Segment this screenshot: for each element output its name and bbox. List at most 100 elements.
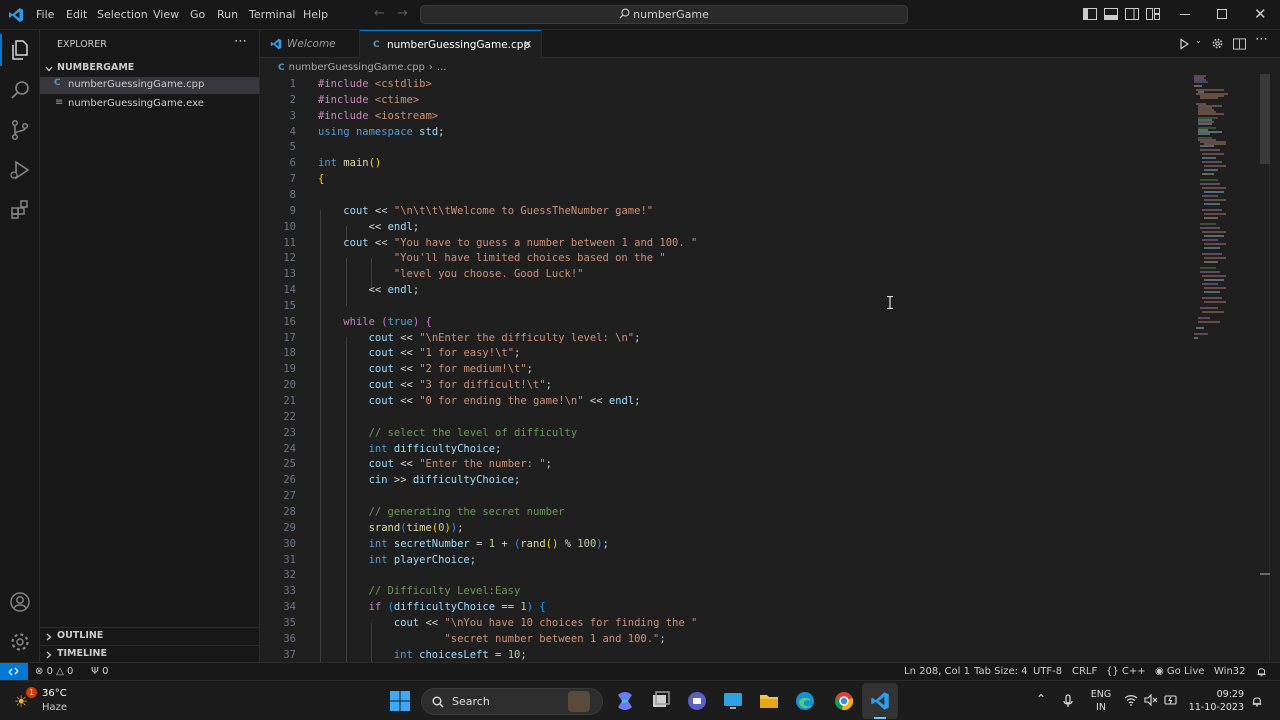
- outline-section[interactable]: OUTLINE: [40, 627, 259, 645]
- line-number: 22: [283, 410, 296, 423]
- settings-gear-icon[interactable]: [1211, 37, 1224, 50]
- code-text: cout << "\nYou have 10 choices for findi…: [393, 616, 698, 629]
- line-number: 2: [289, 93, 296, 106]
- line-number: 19: [283, 363, 296, 376]
- run-debug-icon[interactable]: [8, 158, 32, 182]
- microphone-icon[interactable]: [1063, 694, 1073, 708]
- breadcrumb-file[interactable]: numberGuessingGame.cpp: [289, 62, 425, 73]
- go-live-button[interactable]: ◉ Go Live: [1155, 663, 1204, 680]
- code-editor[interactable]: CnumberGuessingGame.cpp ›... 1 #include <c…: [260, 58, 1270, 662]
- show-hidden-icons-chevron-up-icon[interactable]: ⌃: [1036, 692, 1046, 706]
- line-number: 6: [289, 157, 296, 170]
- outline-label: OUTLINE: [57, 630, 104, 641]
- windows-start-icon[interactable]: [388, 689, 412, 713]
- tab-welcome[interactable]: Welcome: [260, 30, 360, 58]
- accounts-icon[interactable]: [8, 590, 32, 614]
- code-text: "level you choose. Good Luck!": [393, 268, 584, 281]
- tab-size[interactable]: Tab Size: 4: [974, 663, 1028, 680]
- encoding[interactable]: UTF-8: [1033, 663, 1062, 680]
- split-editor-icon[interactable]: [1233, 38, 1246, 50]
- nav-back-icon[interactable]: ←: [374, 6, 385, 21]
- clock[interactable]: 09:29 11-10-2023: [1188, 688, 1244, 716]
- remote-button[interactable]: [0, 663, 28, 680]
- menu-go[interactable]: Go: [190, 0, 205, 30]
- language-mode[interactable]: {} C++: [1106, 663, 1146, 680]
- search-text: numberGame: [633, 8, 709, 21]
- line-number: 15: [283, 299, 296, 312]
- teams-chat-icon[interactable]: [685, 689, 709, 713]
- end-of-line[interactable]: CRLF: [1072, 663, 1097, 680]
- close-window-icon[interactable]: ✕: [1254, 5, 1267, 23]
- menu-edit[interactable]: Edit: [66, 0, 87, 30]
- line-number: 8: [289, 188, 296, 201]
- taskbar-search[interactable]: Search: [421, 688, 603, 715]
- broadcast-icon: ◉: [1155, 666, 1164, 677]
- cursor-position[interactable]: Ln 208, Col 1: [904, 663, 970, 680]
- menu-file[interactable]: File: [36, 0, 54, 30]
- source-control-icon[interactable]: [8, 118, 32, 142]
- toggle-primary-sidebar-icon[interactable]: [1083, 8, 1097, 20]
- run-code-icon[interactable]: [1178, 38, 1190, 50]
- copilot-icon[interactable]: [613, 689, 637, 713]
- manage-gear-icon[interactable]: [8, 630, 32, 654]
- weather-widget[interactable]: ☀ 1 36°C Haze: [14, 686, 74, 716]
- code-text: if (difficultyChoice == 1) {: [368, 601, 546, 614]
- file-explorer-icon[interactable]: [757, 689, 781, 713]
- nav-forward-icon[interactable]: →: [397, 6, 408, 21]
- line-number: 27: [283, 490, 296, 503]
- run-dropdown-icon[interactable]: ⌄: [1195, 36, 1202, 45]
- notifications-bell-icon[interactable]: [1256, 666, 1267, 677]
- problems-indicator[interactable]: ⊗ 0 △ 0: [35, 663, 73, 680]
- task-view-icon[interactable]: [649, 689, 673, 713]
- line-number: 16: [283, 315, 296, 328]
- language-indicator[interactable]: ENG IN: [1088, 688, 1114, 716]
- file-item-cpp[interactable]: C numberGuessingGame.cpp: [40, 77, 259, 94]
- line-number: 37: [283, 648, 296, 661]
- scrollbar-thumb[interactable]: [1260, 74, 1270, 164]
- volume-muted-icon[interactable]: [1144, 694, 1158, 706]
- battery-charging-icon[interactable]: [1164, 694, 1178, 706]
- notification-bell-icon[interactable]: [1251, 695, 1263, 708]
- more-editor-actions-icon[interactable]: ⋯: [1255, 32, 1268, 47]
- minimap[interactable]: [1190, 74, 1252, 354]
- toggle-secondary-sidebar-icon[interactable]: [1125, 8, 1139, 20]
- menu-help[interactable]: Help: [303, 0, 328, 30]
- windows-taskbar: ☀ 1 36°C Haze Search ⌃ ENG IN 09:29 11-1…: [0, 680, 1280, 720]
- code-text: cout << "1 for easy!\t";: [368, 347, 521, 360]
- remote-desktop-icon[interactable]: [721, 689, 745, 713]
- menu-terminal[interactable]: Terminal: [249, 0, 296, 30]
- customize-layout-icon[interactable]: [1146, 8, 1160, 20]
- search-view-icon[interactable]: [8, 78, 32, 102]
- extensions-icon[interactable]: [8, 198, 32, 222]
- file-item-exe[interactable]: ≡ numberGuessingGame.exe: [40, 96, 259, 113]
- vscode-taskbar-active[interactable]: [862, 683, 898, 719]
- edge-browser-icon[interactable]: [793, 689, 817, 713]
- vscode-logo-icon: [871, 692, 889, 710]
- breadcrumb-symbols[interactable]: ...: [437, 62, 447, 73]
- code-text: cout << "Enter the number: ";: [368, 458, 552, 471]
- folder-header[interactable]: NUMBERGAME: [40, 60, 259, 77]
- code-text: // generating the secret number: [368, 505, 565, 518]
- code-area[interactable]: 1 #include <cstdlib> 2 #include <ctime> 3 #in…: [260, 76, 1190, 662]
- chrome-browser-icon[interactable]: [832, 689, 856, 713]
- line-number: 23: [283, 426, 296, 439]
- timeline-section[interactable]: TIMELINE: [40, 645, 259, 663]
- close-tab-icon[interactable]: ✕: [523, 31, 532, 59]
- menu-selection[interactable]: Selection: [97, 0, 148, 30]
- wifi-icon[interactable]: [1124, 694, 1138, 706]
- toggle-panel-icon[interactable]: [1104, 8, 1118, 20]
- platform[interactable]: Win32: [1214, 663, 1246, 680]
- minimize-icon[interactable]: [1180, 14, 1190, 15]
- command-center-search[interactable]: numberGame: [420, 5, 908, 24]
- line-number: 17: [283, 331, 296, 344]
- menu-run[interactable]: Run: [217, 0, 238, 30]
- code-text: int main(): [318, 157, 382, 170]
- more-actions-icon[interactable]: ⋯: [234, 34, 247, 49]
- ports-indicator[interactable]: Ψ 0: [91, 663, 108, 680]
- explorer-icon[interactable]: [8, 38, 32, 62]
- tab-numberguessinggame-cpp[interactable]: C numberGuessingGame.cpp ✕: [360, 30, 542, 58]
- breadcrumb: CnumberGuessingGame.cpp ›...: [278, 62, 447, 73]
- maximize-icon[interactable]: [1217, 9, 1227, 19]
- menu-view[interactable]: View: [153, 0, 179, 30]
- line-number: 20: [283, 379, 296, 392]
